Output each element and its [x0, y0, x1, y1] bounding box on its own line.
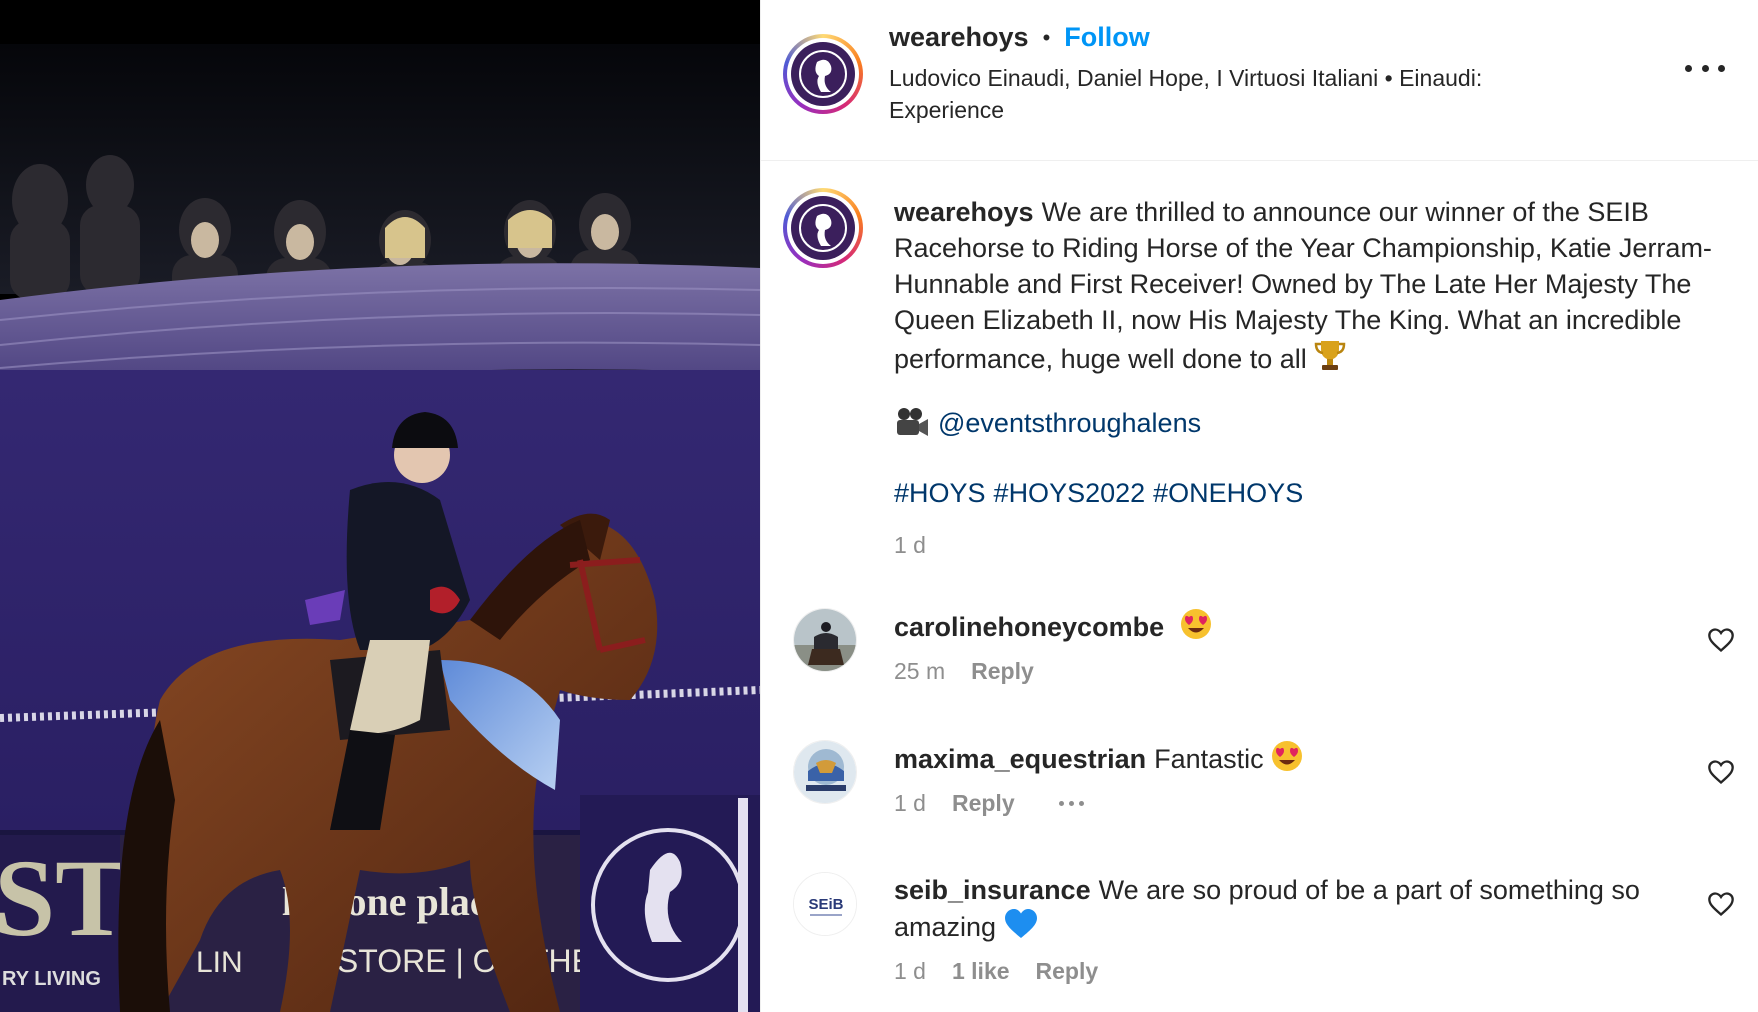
heart-eyes-emoji [1272, 741, 1303, 771]
banner-text-left: ST [0, 837, 129, 959]
caption-hashtags: #HOYS #HOYS2022 #ONEHOYS [894, 478, 1311, 509]
commenter-avatar[interactable] [793, 740, 857, 804]
post-header: wearehoys • Follow Ludovico Einaudi, Dan… [761, 0, 1758, 161]
post-side-panel: wearehoys • Follow Ludovico Einaudi, Dan… [760, 0, 1758, 1012]
credit-mention-link[interactable]: @eventsthroughalens [938, 408, 1201, 439]
caption-credit: @eventsthroughalens [894, 406, 1201, 440]
header-title-line: wearehoys • Follow [889, 22, 1150, 53]
commenter-avatar[interactable] [793, 608, 857, 672]
banner-sub-text: RY LIVING [2, 968, 101, 990]
caption-author-avatar[interactable] [783, 188, 863, 268]
comment-likes-count[interactable]: 1 like [952, 958, 1010, 985]
more-options-icon[interactable] [1685, 58, 1725, 78]
comment-text: seib_insurance We are so proud of be a pa… [894, 872, 1694, 945]
comment-text: maxima_equestrian Fantastic [894, 740, 1694, 777]
comment-meta: 1 d Reply [894, 790, 1084, 817]
comment-timestamp[interactable]: 1 d [894, 790, 926, 817]
movie-camera-icon [897, 408, 928, 436]
comment-meta: 25 m Reply [894, 658, 1034, 685]
heart-icon[interactable] [1707, 758, 1735, 786]
heart-icon[interactable] [1707, 626, 1735, 654]
header-separator: • [1042, 24, 1051, 50]
reply-button[interactable]: Reply [1036, 958, 1099, 985]
audio-attribution[interactable]: Ludovico Einaudi, Daniel Hope, I Virtuos… [889, 62, 1579, 126]
author-avatar[interactable] [783, 34, 863, 114]
comment-meta: 1 d 1 like Reply [894, 958, 1098, 985]
hoys-logo-icon [799, 50, 847, 98]
follow-button[interactable]: Follow [1064, 22, 1149, 53]
commenter-avatar[interactable]: SEiB [793, 872, 857, 936]
banner-text-bottom-left: LIN [196, 946, 243, 979]
post-video-frame: ST RY LIVING l in one place. LIN IN STOR… [0, 0, 760, 1012]
hoys-logo-icon [799, 204, 847, 252]
comment-text: carolinehoneycombe [894, 608, 1694, 645]
caption-timestamp[interactable]: 1 d [894, 532, 926, 559]
author-username[interactable]: wearehoys [889, 22, 1029, 53]
caption-text-block: wearehoys We are thrilled to announce our… [894, 194, 1724, 377]
comment-timestamp[interactable]: 25 m [894, 658, 945, 685]
comment-username[interactable]: seib_insurance [894, 875, 1091, 905]
comment-body: Fantastic [1154, 744, 1264, 774]
hashtag-link[interactable]: #HOYS [894, 478, 986, 508]
comment-timestamp[interactable]: 1 d [894, 958, 926, 985]
post-media[interactable]: ST RY LIVING l in one place. LIN IN STOR… [0, 0, 760, 1012]
banner-text-bottom: IN STORE | ON THE A [296, 943, 622, 979]
hashtag-link[interactable]: #HOYS2022 [994, 478, 1146, 508]
blue-heart-emoji [1004, 909, 1037, 938]
comment-username[interactable]: carolinehoneycombe [894, 612, 1164, 642]
heart-icon[interactable] [1707, 890, 1735, 918]
comment-username[interactable]: maxima_equestrian [894, 744, 1146, 774]
reply-button[interactable]: Reply [952, 790, 1015, 817]
reply-button[interactable]: Reply [971, 658, 1034, 685]
comment-options-icon[interactable] [1058, 801, 1084, 806]
heart-eyes-emoji [1180, 609, 1211, 639]
seib-logo-text: SEiB [808, 896, 843, 913]
hashtag-link[interactable]: #ONEHOYS [1153, 478, 1303, 508]
trophy-icon [1315, 341, 1346, 370]
caption-username[interactable]: wearehoys [894, 197, 1034, 227]
